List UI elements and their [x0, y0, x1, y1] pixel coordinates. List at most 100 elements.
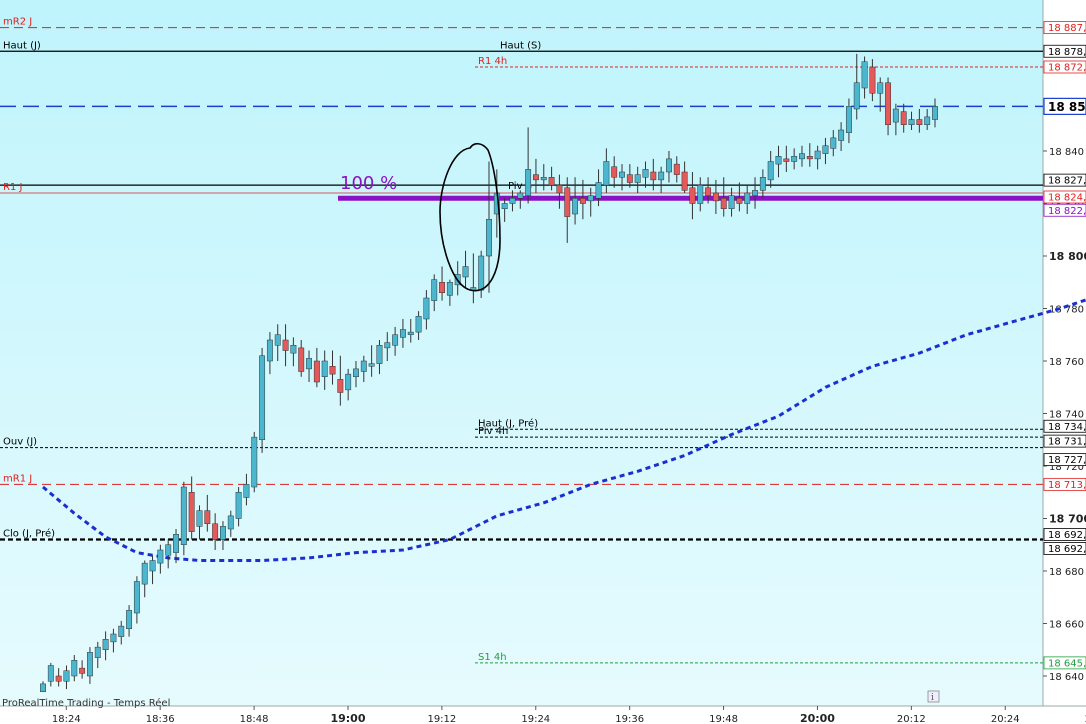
price-tag-label: 18 827, — [1048, 176, 1086, 187]
candle-body-up — [932, 106, 938, 120]
candle-body-up — [587, 195, 594, 202]
price-tag-label: 18 731, — [1048, 437, 1086, 448]
x-tick-label: 19:36 — [615, 714, 644, 724]
candle-body-up — [149, 560, 156, 572]
level-label: mR1 J — [3, 473, 32, 484]
candle-body-up — [141, 562, 148, 585]
candle-body-up — [392, 334, 399, 346]
candle-body-up — [407, 331, 414, 335]
candle-body-up — [822, 145, 829, 154]
candle-body-down — [579, 198, 586, 204]
candle-body-down — [556, 184, 563, 194]
svg-text:i: i — [931, 693, 934, 703]
candle-body-up — [321, 360, 328, 377]
candle-body-down — [532, 174, 539, 181]
candle-body-up — [861, 61, 868, 89]
candle-body-up — [47, 665, 54, 682]
candle-body-up — [767, 161, 774, 181]
level-label-secondary: Haut (S) — [500, 40, 541, 51]
candle-body-down — [204, 510, 211, 524]
candle-body-up — [259, 355, 266, 440]
candle-body-up — [274, 334, 281, 346]
candle-body-up — [486, 219, 492, 257]
y-tick-label: 18 800 — [1049, 250, 1086, 263]
y-tick-label: 18 760 — [1049, 357, 1084, 368]
price-tag-label: 18 887, — [1048, 23, 1086, 34]
candle-body-up — [853, 82, 860, 110]
candle-body-up — [892, 108, 899, 123]
price-tag-label: 18 857 — [1048, 100, 1086, 114]
price-tag-label: 18 734, — [1048, 422, 1086, 433]
candle-body-up — [368, 363, 375, 367]
price-tag-label: 18 824, — [1048, 193, 1086, 204]
candle-body-down — [282, 339, 289, 351]
candle-body-up — [595, 182, 602, 199]
y-tick-label: 18 840 — [1049, 147, 1084, 158]
candle-body-down — [329, 366, 336, 375]
candle-body-up — [908, 119, 915, 125]
level-label: Piv 4h — [478, 426, 508, 437]
candle-body-down — [212, 523, 219, 540]
level-label: Haut (J) — [3, 40, 41, 51]
candle-body-up — [110, 633, 117, 643]
candle-body-up — [157, 549, 164, 564]
candle-body-down — [900, 111, 907, 125]
candle-body-up — [619, 171, 625, 178]
x-tick-label: 19:00 — [330, 712, 365, 724]
candle-body-up — [799, 153, 805, 160]
candle-body-up — [306, 358, 312, 370]
candle-body-up — [86, 652, 93, 677]
candle-body-up — [63, 670, 70, 682]
candle-body-up — [196, 510, 203, 527]
price-tag-label: 18 878, — [1048, 47, 1086, 58]
candle-body-up — [345, 373, 352, 391]
candle-body-up — [838, 129, 845, 141]
level-label: S1 4h — [478, 652, 507, 663]
candle-body-up — [830, 137, 837, 149]
watermark-text: ProRealTime Trading - Temps Réel — [2, 697, 170, 709]
candle-body-down — [55, 675, 62, 682]
candle-body-down — [806, 156, 813, 160]
candle-body-up — [220, 526, 226, 540]
candle-body-up — [759, 177, 766, 191]
candle-body-up — [133, 581, 140, 614]
candle-body-up — [814, 150, 821, 160]
candle-body-down — [611, 166, 618, 178]
candle-body-down — [736, 198, 743, 204]
candle-body-up — [384, 342, 391, 349]
candle-body-up — [462, 266, 469, 278]
candle-body-up — [752, 190, 758, 196]
candle-body-up — [266, 339, 273, 362]
level-label: mR2 J — [3, 17, 32, 28]
candle-body-up — [728, 195, 735, 209]
candle-body-up — [642, 169, 649, 178]
candle-body-up — [415, 316, 422, 333]
candle-body-up — [173, 534, 179, 553]
x-tick-label: 19:12 — [427, 714, 456, 724]
price-tag-label: 18 692, — [1048, 544, 1086, 555]
info-icon[interactable]: i — [927, 690, 940, 703]
x-tick-label: 19:48 — [709, 714, 738, 724]
candle-body-up — [697, 184, 704, 204]
candle-body-up — [509, 198, 516, 204]
candle-body-up — [353, 368, 359, 377]
candle-body-down — [712, 192, 719, 202]
price-tag-label: 18 822, — [1048, 206, 1086, 217]
candle-body-up — [360, 360, 367, 372]
price-tag-label: 18 872, — [1048, 63, 1086, 74]
candle-body-up — [666, 158, 672, 173]
candle-body-up — [251, 436, 258, 488]
price-tag-label: 18 713, — [1048, 480, 1086, 491]
candle-body-up — [525, 169, 532, 196]
price-tag-label: 18 645, — [1048, 658, 1086, 669]
price-chart[interactable]: 18 64018 66018 68018 70018 72018 74018 7… — [0, 0, 1086, 724]
candle-body-down — [673, 163, 680, 175]
level-label: Clo (J, Pré) — [3, 528, 55, 540]
candle-body-down — [313, 360, 320, 383]
candle-body-up — [40, 683, 46, 692]
candle-body-down — [720, 198, 727, 209]
y-tick-label: 18 700 — [1049, 513, 1086, 526]
candle-body-up — [791, 156, 798, 162]
x-tick-label: 20:12 — [897, 714, 926, 724]
candle-body-down — [705, 187, 712, 196]
